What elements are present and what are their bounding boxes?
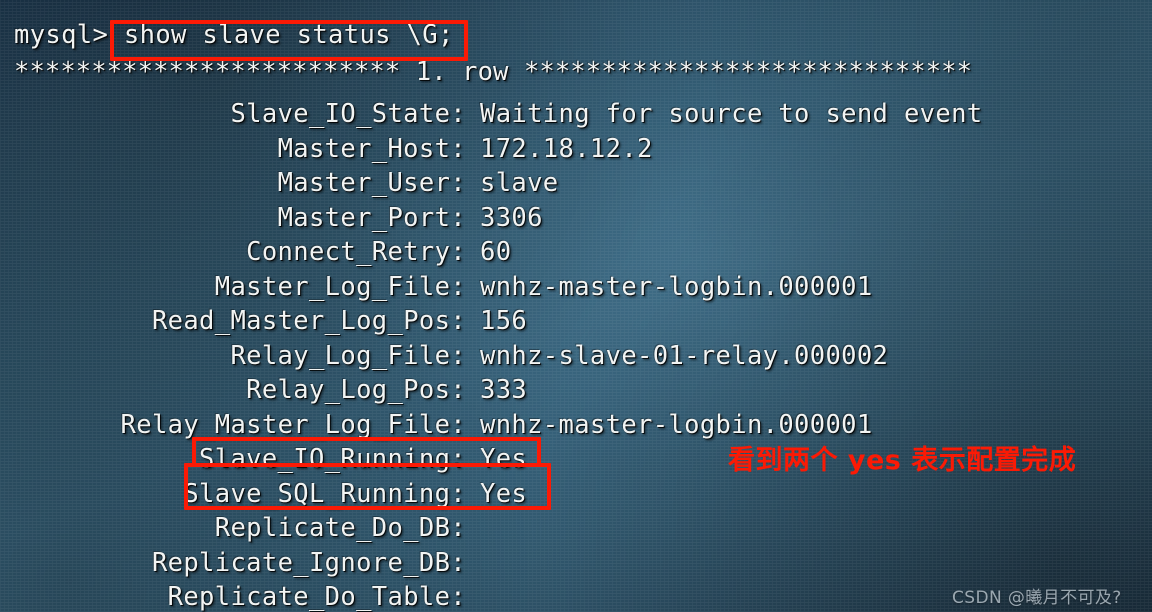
field-row-slave-io-state: Slave_IO_State: Waiting for source to se…	[0, 97, 1152, 132]
field-value: 333	[480, 375, 528, 405]
command-line[interactable]: mysql> show slave status \G;	[0, 18, 1152, 53]
field-value: wnhz-slave-01-relay.000002	[480, 340, 889, 371]
field-row-read-master-log-pos: Read_Master_Log_Pos: 156	[0, 304, 1152, 339]
field-label: Relay_Master_Log_File:	[120, 409, 466, 440]
row-separator-left-stars: *************************	[14, 57, 401, 87]
row-separator-label: 1. row	[400, 57, 524, 87]
field-label: Master_Host:	[277, 133, 466, 164]
field-label: Connect_Retry:	[246, 237, 466, 267]
field-label: Relay_Log_Pos:	[246, 375, 466, 405]
field-label: Slave_IO_State:	[230, 99, 466, 129]
field-label: Replicate_Do_Table:	[167, 582, 466, 612]
field-value: 172.18.12.2	[480, 133, 653, 164]
annotation-note: 看到两个 yes 表示配置完成	[728, 445, 1077, 476]
field-value: wnhz-master-logbin.000001	[480, 271, 873, 302]
field-row-replicate-do-db: Replicate_Do_DB:	[0, 511, 1152, 546]
field-row-master-port: Master_Port: 3306	[0, 201, 1152, 236]
row-separator-right-stars: *****************************	[523, 57, 973, 87]
field-label: Slave_SQL_Running:	[183, 478, 466, 509]
command-text: show slave status \G;	[123, 20, 454, 50]
field-row-master-user: Master_User: slave	[0, 166, 1152, 201]
field-row-slave-sql-running: Slave_SQL_Running: Yes	[0, 477, 1152, 512]
field-row-connect-retry: Connect_Retry: 60	[0, 235, 1152, 270]
row-separator: ************************* 1. row *******…	[0, 55, 1152, 90]
csdn-watermark: CSDN @曦月不可及?	[952, 588, 1122, 608]
field-value: slave	[480, 168, 559, 198]
field-label: Replicate_Ignore_DB:	[151, 547, 466, 578]
terminal-window: mysql> show slave status \G; ***********…	[0, 0, 1152, 612]
field-row-replicate-ignore-db: Replicate_Ignore_DB:	[0, 546, 1152, 581]
field-label: Read_Master_Log_Pos:	[151, 306, 466, 336]
field-value: Yes	[480, 444, 528, 474]
field-label: Relay_Log_File:	[230, 340, 466, 371]
field-value: Waiting for source to send event	[480, 99, 983, 129]
field-row-relay-log-pos: Relay_Log_Pos: 333	[0, 373, 1152, 408]
field-value: 3306	[480, 202, 543, 233]
field-row-relay-master-log-file: Relay_Master_Log_File: wnhz-master-logbi…	[0, 408, 1152, 443]
field-value: 156	[480, 306, 528, 336]
field-row-relay-log-file: Relay_Log_File: wnhz-slave-01-relay.0000…	[0, 339, 1152, 374]
field-label: Master_User:	[277, 168, 466, 198]
field-row-master-host: Master_Host: 172.18.12.2	[0, 132, 1152, 167]
field-label: Replicate_Do_DB:	[214, 513, 466, 543]
field-label: Slave_IO_Running:	[199, 444, 466, 474]
field-value: Yes	[480, 478, 528, 509]
field-label: Master_Port:	[277, 202, 466, 233]
field-row-master-log-file: Master_Log_File: wnhz-master-logbin.0000…	[0, 270, 1152, 305]
field-value: wnhz-master-logbin.000001	[480, 409, 873, 440]
shell-prompt: mysql>	[14, 20, 124, 50]
field-value: 60	[480, 237, 512, 267]
field-label: Master_Log_File:	[214, 271, 466, 302]
